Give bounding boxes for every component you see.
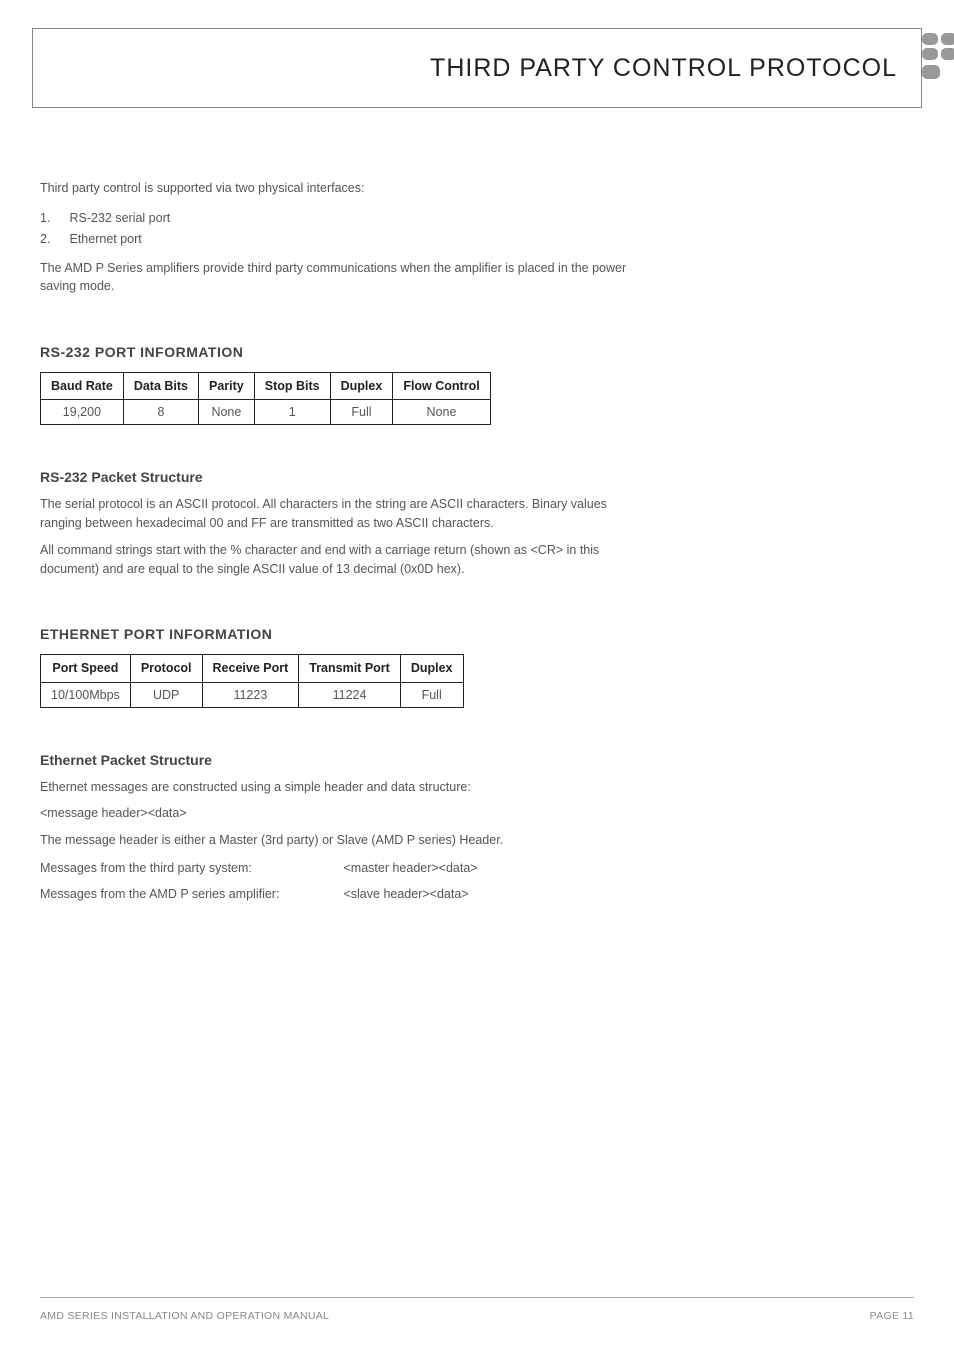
msg-value: <slave header><data> bbox=[343, 887, 468, 901]
th-protocol: Protocol bbox=[130, 655, 202, 682]
footer-right: PAGE 11 bbox=[870, 1310, 914, 1322]
logo-icon bbox=[918, 33, 954, 79]
td-data: 8 bbox=[123, 400, 198, 425]
subsection-heading-ethernet-packet: Ethernet Packet Structure bbox=[40, 752, 914, 768]
subsection-heading-rs232-packet: RS-232 Packet Structure bbox=[40, 469, 914, 485]
rs232-para-1: The serial protocol is an ASCII protocol… bbox=[40, 495, 640, 533]
list-item-2: 2. Ethernet port bbox=[40, 229, 914, 250]
footer-rule bbox=[40, 1297, 914, 1298]
td-stop: 1 bbox=[254, 400, 330, 425]
intro-text: Third party control is supported via two… bbox=[40, 178, 914, 198]
intro-paragraph: The AMD P Series amplifiers provide thir… bbox=[40, 259, 660, 297]
rs232-para-2: All command strings start with the % cha… bbox=[40, 541, 640, 579]
th-baud: Baud Rate bbox=[41, 373, 124, 400]
td-baud: 19,200 bbox=[41, 400, 124, 425]
th-duplex: Duplex bbox=[400, 655, 463, 682]
th-speed: Port Speed bbox=[41, 655, 131, 682]
td-flow: None bbox=[393, 400, 490, 425]
ethernet-para-2: <message header><data> bbox=[40, 804, 914, 823]
th-data: Data Bits bbox=[123, 373, 198, 400]
footer-left: AMD SERIES INSTALLATION AND OPERATION MA… bbox=[40, 1310, 329, 1322]
list-number: 1. bbox=[40, 208, 66, 229]
header-frame: THIRD PARTY CONTROL PROTOCOL bbox=[32, 28, 922, 108]
list-text: Ethernet port bbox=[69, 232, 141, 246]
message-row-2: Messages from the AMD P series amplifier… bbox=[40, 884, 914, 904]
table-row: 19,200 8 None 1 Full None bbox=[41, 400, 491, 425]
td-receive: 11223 bbox=[202, 682, 299, 707]
section-heading-rs232: RS-232 PORT INFORMATION bbox=[40, 344, 914, 360]
th-stop: Stop Bits bbox=[254, 373, 330, 400]
td-speed: 10/100Mbps bbox=[41, 682, 131, 707]
msg-value: <master header><data> bbox=[343, 861, 477, 875]
msg-label: Messages from the third party system: bbox=[40, 858, 340, 878]
td-protocol: UDP bbox=[130, 682, 202, 707]
th-flow: Flow Control bbox=[393, 373, 490, 400]
message-row-1: Messages from the third party system: <m… bbox=[40, 858, 914, 878]
th-parity: Parity bbox=[199, 373, 255, 400]
ethernet-para-3: The message header is either a Master (3… bbox=[40, 831, 914, 850]
td-duplex: Full bbox=[400, 682, 463, 707]
list-number: 2. bbox=[40, 229, 66, 250]
table-header-row: Baud Rate Data Bits Parity Stop Bits Dup… bbox=[41, 373, 491, 400]
td-parity: None bbox=[199, 400, 255, 425]
th-duplex: Duplex bbox=[330, 373, 393, 400]
ethernet-table: Port Speed Protocol Receive Port Transmi… bbox=[40, 654, 464, 707]
page-footer: AMD SERIES INSTALLATION AND OPERATION MA… bbox=[40, 1310, 914, 1322]
table-row: 10/100Mbps UDP 11223 11224 Full bbox=[41, 682, 464, 707]
td-transmit: 11224 bbox=[299, 682, 401, 707]
th-receive: Receive Port bbox=[202, 655, 299, 682]
td-duplex: Full bbox=[330, 400, 393, 425]
list-item-1: 1. RS-232 serial port bbox=[40, 208, 914, 229]
msg-label: Messages from the AMD P series amplifier… bbox=[40, 884, 340, 904]
page-content: Third party control is supported via two… bbox=[32, 108, 922, 904]
th-transmit: Transmit Port bbox=[299, 655, 401, 682]
rs232-table: Baud Rate Data Bits Parity Stop Bits Dup… bbox=[40, 372, 491, 425]
table-header-row: Port Speed Protocol Receive Port Transmi… bbox=[41, 655, 464, 682]
list-text: RS-232 serial port bbox=[69, 211, 170, 225]
section-heading-ethernet: ETHERNET PORT INFORMATION bbox=[40, 626, 914, 642]
page-title: THIRD PARTY CONTROL PROTOCOL bbox=[430, 54, 897, 83]
ethernet-para-1: Ethernet messages are constructed using … bbox=[40, 778, 914, 797]
